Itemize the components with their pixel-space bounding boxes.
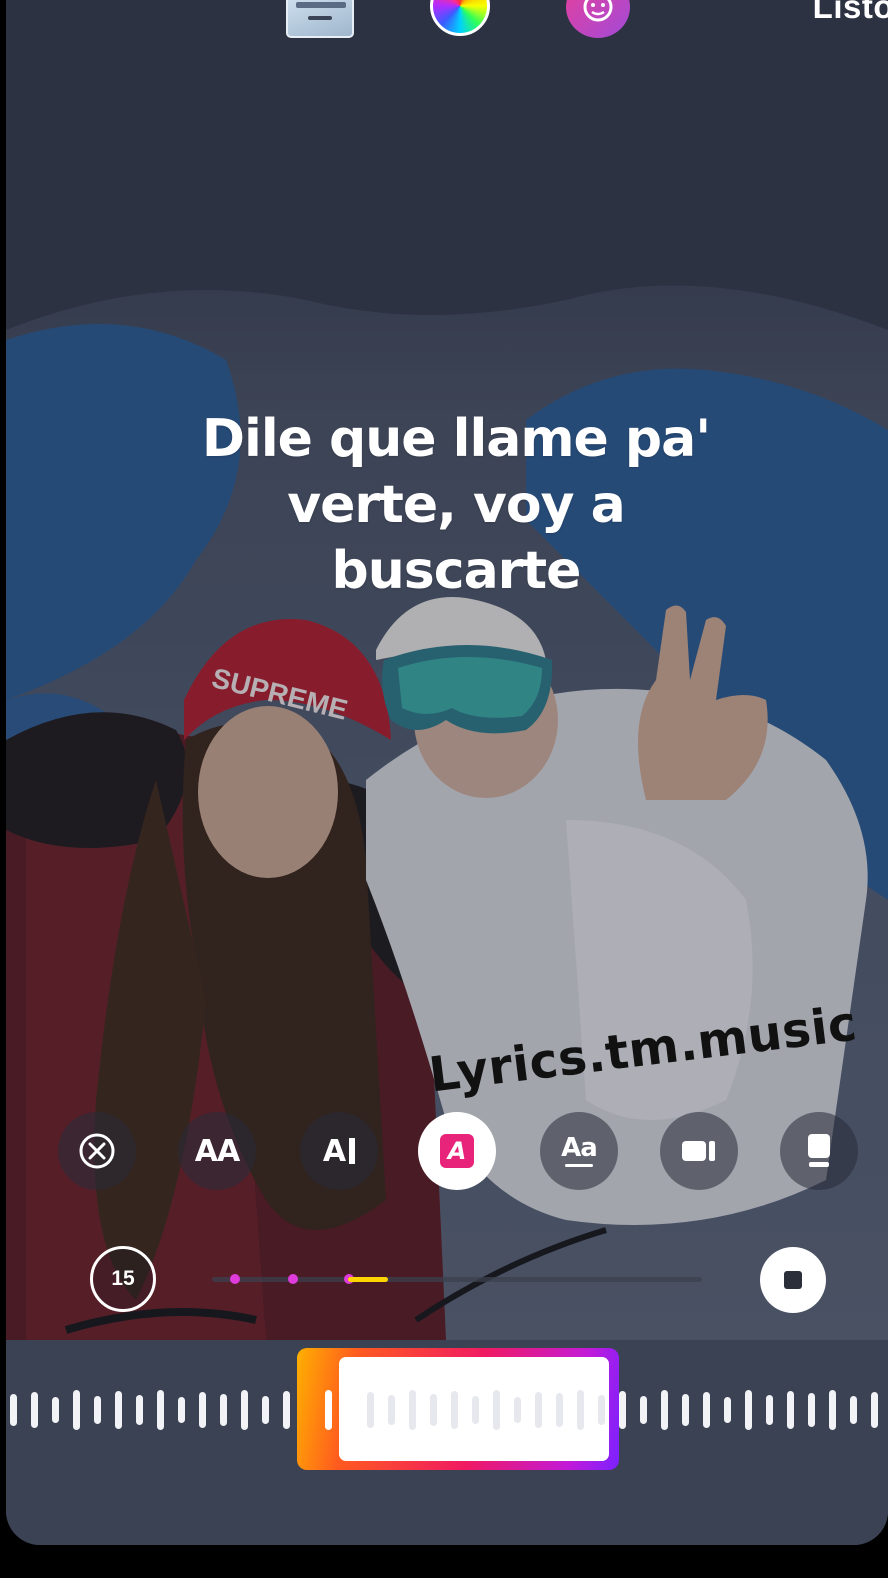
thumbnail-title-strip <box>296 2 346 8</box>
waveform-bar <box>52 1397 59 1423</box>
album-cover-thumbnail[interactable] <box>286 0 354 38</box>
stop-button[interactable] <box>760 1247 826 1313</box>
aa-underline-icon: Aa <box>561 1135 598 1167</box>
waveform-bar <box>10 1394 17 1426</box>
waveform-bar <box>619 1391 626 1429</box>
card-icon <box>808 1134 830 1167</box>
layout-card-button[interactable] <box>780 1112 858 1190</box>
waveform-bar <box>871 1392 878 1428</box>
waveform-bar <box>94 1396 101 1424</box>
layout-video-button[interactable] <box>660 1112 738 1190</box>
waveform-bar <box>157 1390 164 1430</box>
lyric-text[interactable]: Dile que llame pa' verte, voy a buscarte <box>166 406 746 604</box>
waveform-bar <box>283 1391 290 1429</box>
waveform-bar <box>136 1395 143 1425</box>
text-style-highlight-button[interactable]: A <box>418 1112 496 1190</box>
a-cursor-icon: A <box>323 1134 356 1169</box>
waveform-bar <box>73 1390 80 1430</box>
playback-progress-fill <box>348 1277 389 1282</box>
waveform-bar <box>262 1396 269 1424</box>
waveform-bar <box>115 1391 122 1429</box>
done-button[interactable]: Listo <box>813 0 888 26</box>
waveform-bar <box>220 1394 227 1426</box>
remove-style-button[interactable] <box>58 1112 136 1190</box>
a-highlight-icon: A <box>440 1134 474 1168</box>
aa-large-icon: AA <box>194 1133 240 1169</box>
waveform-bar <box>682 1394 689 1426</box>
duration-timer-button[interactable]: 15 <box>90 1246 156 1312</box>
waveform-bar <box>766 1395 773 1425</box>
waveform-bar <box>829 1390 836 1430</box>
waveform-bar <box>703 1392 710 1428</box>
clip-selection-window[interactable] <box>297 1348 619 1470</box>
face-glyph <box>583 0 613 22</box>
waveform-bar <box>640 1396 647 1424</box>
waveform-bar <box>199 1392 206 1428</box>
waveform-bar <box>850 1396 857 1424</box>
story-editor: SUPREME Listo Dile que llame pa' verte, … <box>6 0 888 1545</box>
waveform-bar <box>724 1397 731 1423</box>
text-style-cursor-button[interactable]: A <box>300 1112 378 1190</box>
waveform-bar <box>241 1390 248 1430</box>
waveform-bar <box>178 1397 185 1423</box>
stop-icon <box>784 1271 802 1289</box>
waveform-bar <box>31 1392 38 1428</box>
waveform-bar <box>745 1390 752 1430</box>
thumbnail-signature-strip <box>308 16 332 20</box>
waveform-bar <box>661 1390 668 1430</box>
text-style-large-button[interactable]: AA <box>178 1112 256 1190</box>
text-style-underline-button[interactable]: Aa <box>540 1112 618 1190</box>
waveform-bar <box>808 1393 815 1427</box>
lyric-marker <box>288 1274 298 1284</box>
clip-selection-inner <box>339 1357 609 1461</box>
waveform-bar <box>787 1391 794 1429</box>
lyric-marker <box>230 1274 240 1284</box>
close-circle-icon <box>79 1133 115 1169</box>
playback-progress-track[interactable] <box>212 1274 702 1284</box>
video-card-icon <box>682 1141 715 1161</box>
